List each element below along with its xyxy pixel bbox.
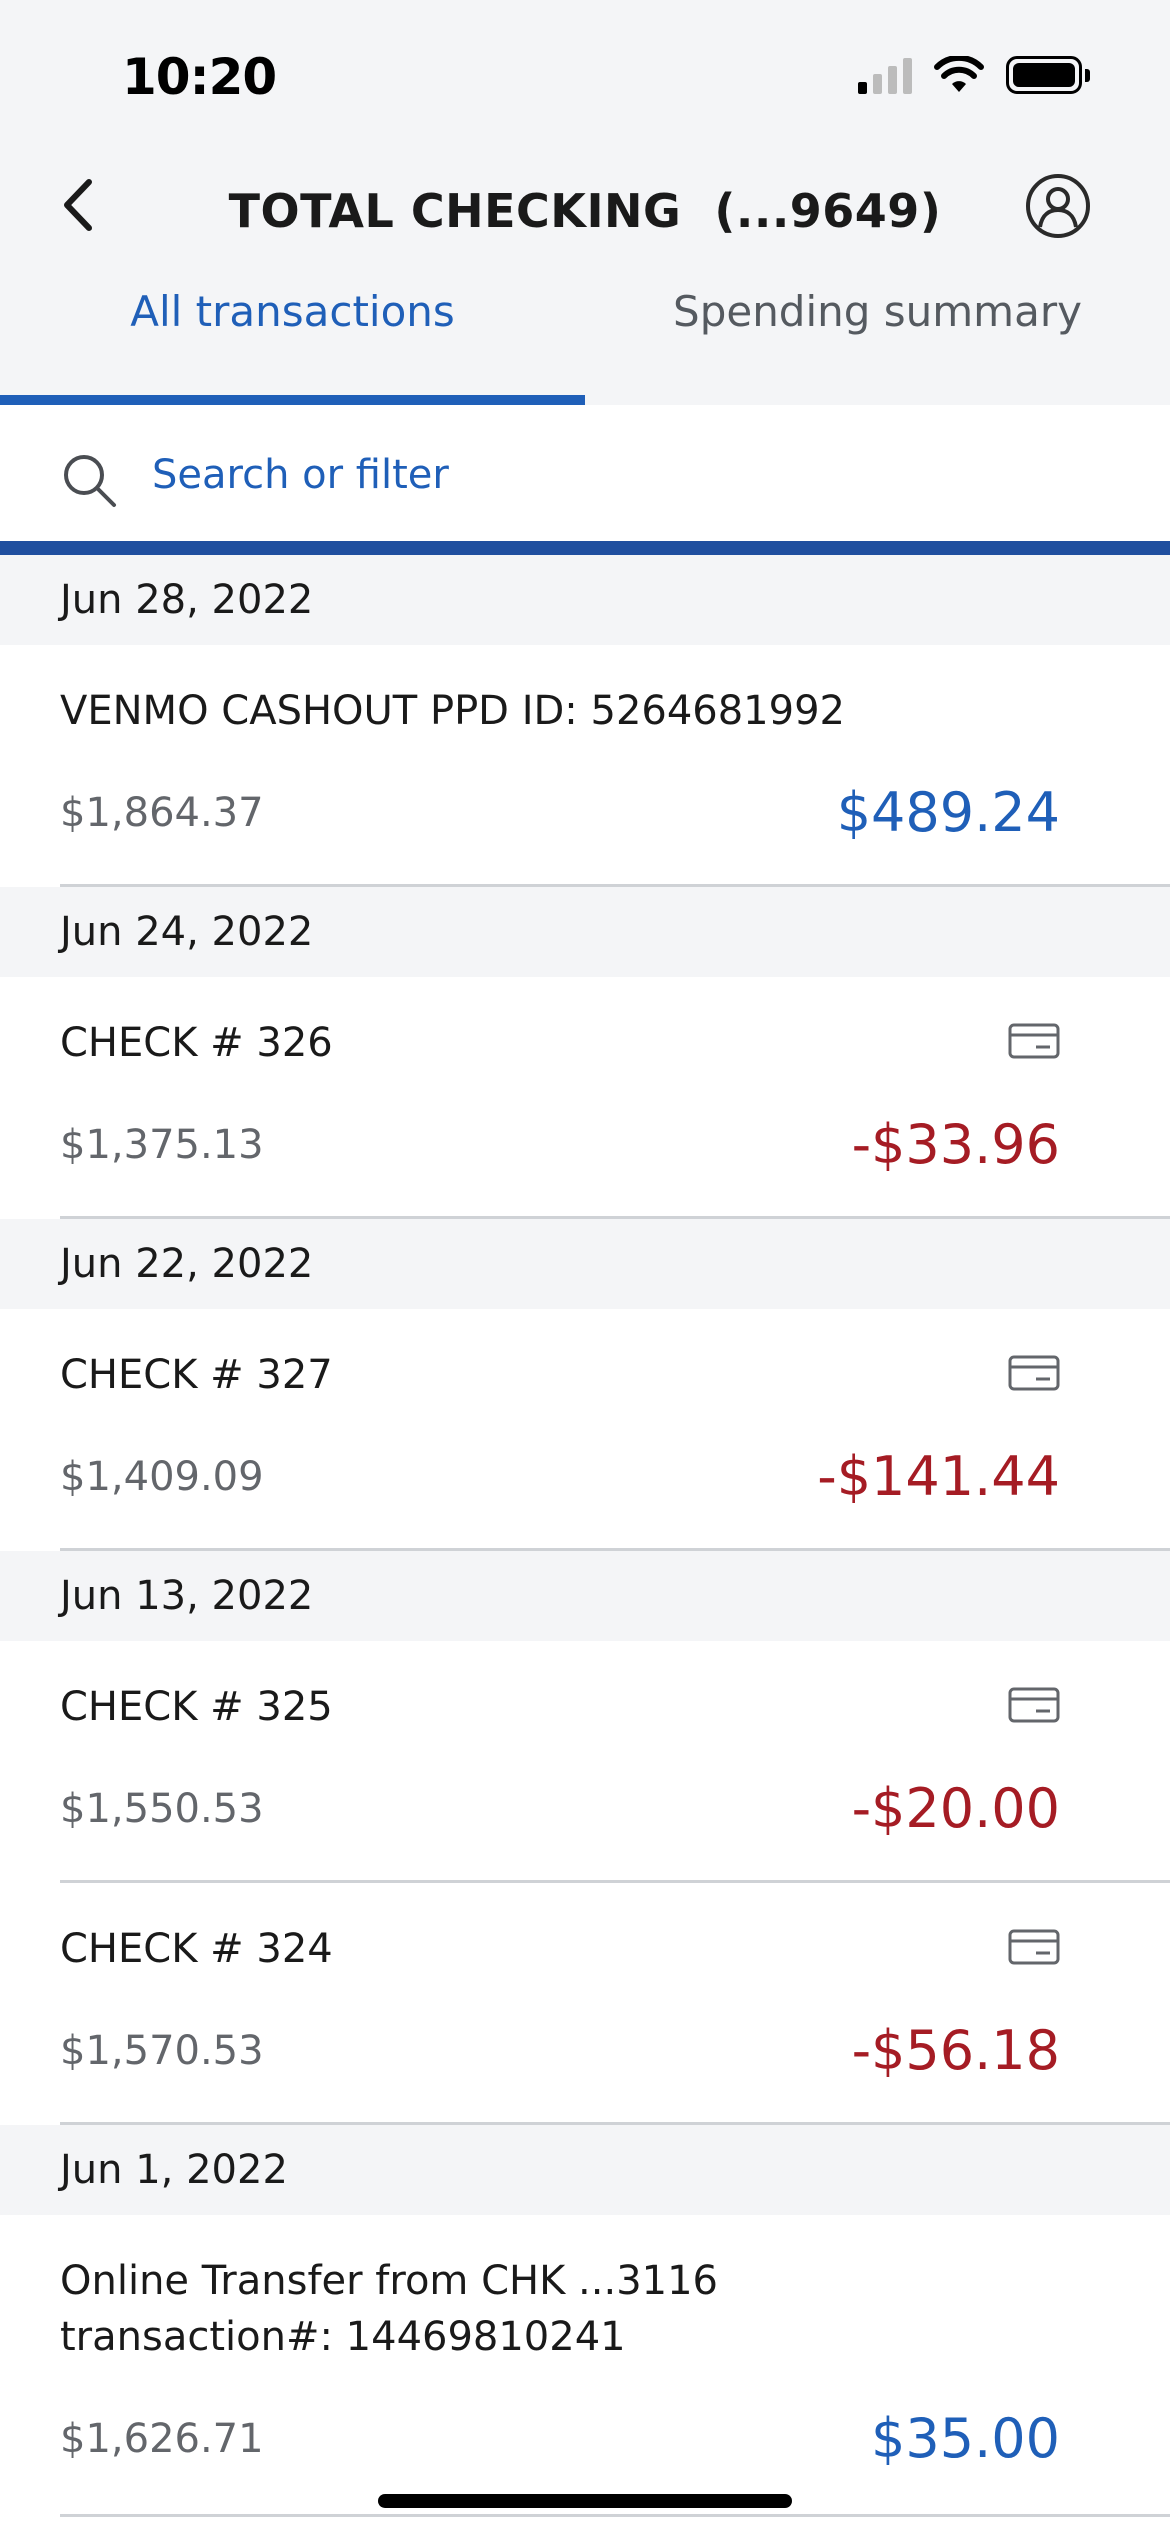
transaction-description: CHECK # 325 [60,1684,333,1730]
date-header: Jun 1, 2022 [0,2125,1170,2215]
transaction-content: VENMO CASHOUT PPD ID: 5264681992 $1,864.3… [60,645,1170,887]
transaction-description: CHECK # 327 [60,1352,333,1398]
transaction-footer: $1,570.53 -$56.18 [60,2019,1170,2082]
check-card-icon [1008,1355,1060,1391]
transaction-amount: $35.00 [871,2407,1060,2470]
transaction-footer: $1,375.13 -$33.96 [60,1113,1170,1176]
tab-spending-summary[interactable]: Spending summary [585,265,1170,405]
transaction-footer: $1,626.71 $35.00 [60,2407,1170,2470]
search-icon [64,455,116,507]
transaction-row[interactable]: VENMO CASHOUT PPD ID: 5264681992 $1,864.3… [0,645,1170,887]
running-balance: $1,864.37 [60,789,264,836]
date-header: Jun 13, 2022 [0,1551,1170,1641]
check-card-icon [1008,1023,1060,1059]
profile-icon [1026,174,1090,238]
transaction-amount: -$33.96 [851,1113,1060,1176]
check-card-icon [1008,1929,1060,1965]
home-indicator [378,2494,792,2508]
running-balance: $1,550.53 [60,1785,264,1832]
transaction-row[interactable]: Online Transfer from CHK ...3116 transac… [0,2215,1170,2517]
transaction-content: Online Transfer from CHK ...3116 transac… [60,2215,1170,2517]
nav-bar: TOTAL CHECKING (...9649) [0,150,1170,265]
date-header: Jun 22, 2022 [0,1219,1170,1309]
transaction-row[interactable]: CHECK # 324 $1,570.53 -$56.18 [0,1883,1170,2125]
status-bar: 10:20 [0,0,1170,150]
date-header: Jun 24, 2022 [0,887,1170,977]
transaction-footer: $1,550.53 -$20.00 [60,1777,1170,1840]
transaction-description: Online Transfer from CHK ...3116 transac… [60,2258,718,2360]
search-bar [0,405,1170,555]
transaction-amount: -$141.44 [817,1445,1060,1508]
transaction-footer: $1,864.37 $489.24 [60,781,1170,844]
status-time: 10:20 [122,48,277,106]
transaction-description: VENMO CASHOUT PPD ID: 5264681992 [60,688,845,734]
page-title: TOTAL CHECKING (...9649) [228,184,942,238]
status-icons [858,56,1090,94]
running-balance: $1,626.71 [60,2415,264,2462]
transaction-amount: -$56.18 [851,2019,1060,2082]
transaction-row[interactable]: CHECK # 327 $1,409.09 -$141.44 [0,1309,1170,1551]
transaction-amount: $489.24 [836,781,1060,844]
transaction-footer: $1,409.09 -$141.44 [60,1445,1170,1508]
profile-button[interactable] [1024,172,1092,240]
transaction-list: Jun 28, 2022 VENMO CASHOUT PPD ID: 526468… [0,555,1170,2517]
transaction-content: CHECK # 326 $1,375.13 -$33.96 [60,977,1170,1219]
transaction-content: CHECK # 324 $1,570.53 -$56.18 [60,1883,1170,2125]
check-card-icon [1008,1687,1060,1723]
transaction-description: CHECK # 324 [60,1926,333,1972]
running-balance: $1,375.13 [60,1121,264,1168]
running-balance: $1,570.53 [60,2027,264,2074]
transaction-content: CHECK # 325 $1,550.53 -$20.00 [60,1641,1170,1883]
battery-icon [1006,56,1090,94]
date-header: Jun 28, 2022 [0,555,1170,645]
cellular-signal-icon [858,56,912,94]
search-input[interactable] [152,445,1052,505]
top-area: 10:20 TOTAL CHECKING (...9649) All trans… [0,0,1170,405]
transaction-row[interactable]: CHECK # 325 $1,550.53 -$20.00 [0,1641,1170,1883]
transaction-content: CHECK # 327 $1,409.09 -$141.44 [60,1309,1170,1551]
tab-all-transactions[interactable]: All transactions [0,265,585,405]
transaction-row[interactable]: CHECK # 326 $1,375.13 -$33.96 [0,977,1170,1219]
running-balance: $1,409.09 [60,1453,264,1500]
transaction-description: CHECK # 326 [60,1020,333,1066]
tab-bar: All transactions Spending summary [0,265,1170,405]
transaction-amount: -$20.00 [851,1777,1060,1840]
wifi-icon [934,56,984,92]
